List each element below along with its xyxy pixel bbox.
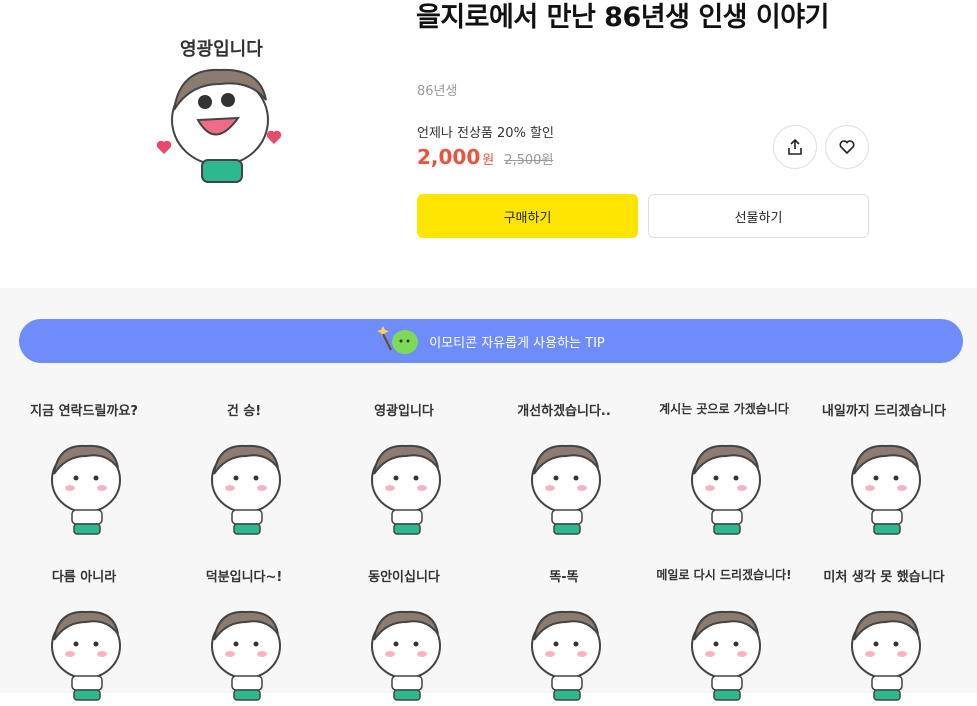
emoticon-caption: 메일로 다시 드리겠습니다! [656,568,792,582]
emoticon-image [851,610,921,701]
emoticon-image [371,610,441,701]
gift-button[interactable]: 선물하기 [648,194,869,238]
original-price: 2,500원 [504,153,554,168]
buy-button[interactable]: 구매하기 [417,194,638,238]
emoticon-image [51,444,121,535]
share-button[interactable] [773,125,817,169]
emoticon-cell[interactable]: 건 승! [174,400,314,540]
emoticon-image [51,610,121,701]
emoticon-caption: 동안이십니다 [368,570,440,585]
like-button[interactable] [825,125,869,169]
emoticon-cell[interactable]: 개선하겠습니다.. [494,400,634,540]
emoticon-caption: 영광입니다 [374,404,434,419]
emoticon-caption: 다름 아니라 [51,570,117,585]
emoticon-cell[interactable]: 메일로 다시 드리겠습니다! [654,566,794,706]
author-name[interactable]: 86년생 [417,80,457,99]
emoticon-caption: 건 승! [226,404,262,419]
emoticon-cell[interactable]: 지금 연락드릴까요? [14,400,154,540]
emoticon-caption: 덕분입니다~! [205,570,283,585]
emoticon-cell[interactable]: 똑-똑 [494,566,634,706]
emoticon-image [691,444,761,535]
emoticon-caption: 내일까지 드리겠습니다 [821,404,947,419]
tip-banner[interactable]: 이모티콘 자유롭게 사용하는 TIP [19,319,963,363]
emoticon-caption: 개선하겠습니다.. [517,404,611,419]
product-header: 영광입니다 을지로에서 만난 86년생 인생 이야기 86년생 언제나 전상품 … [0,0,977,288]
emoticon-cell[interactable]: 영광입니다 [334,400,474,540]
emoticon-image [691,610,761,701]
emoticon-gallery: 이모티콘 자유롭게 사용하는 TIP 지금 연락드릴까요? 건 승! 영광입니다 개선… [0,288,977,701]
emoticon-cell[interactable]: 다름 아니라 [14,566,154,706]
emoticon-caption: 계시는 곳으로 가겠습니다 [659,402,789,416]
emoticon-image [371,444,441,535]
wand-icon [377,326,419,354]
product-title: 을지로에서 만난 86년생 인생 이야기 [416,2,829,33]
emoticon-caption: 미처 생각 못 했습니다 [823,570,945,585]
price-unit: 원 [482,153,495,168]
emoticon-image [531,610,601,701]
price-row: 2,000 원 2,500원 [417,145,553,169]
emoticon-cell[interactable]: 덕분입니다~! [174,566,314,706]
tip-banner-label: 이모티콘 자유롭게 사용하는 TIP [429,335,605,351]
emoticon-image [531,444,601,535]
emoticon-image [851,444,921,535]
promo-text: 언제나 전상품 20% 할인 [417,126,554,141]
hero-caption: 영광입니다 [180,38,263,60]
share-icon [788,138,802,155]
emoticon-cell[interactable]: 계시는 곳으로 가겠습니다 [654,400,794,540]
emoticon-image [211,444,281,535]
emoticon-cell[interactable]: 동안이십니다 [334,566,474,706]
emoticon-image [211,610,281,701]
hero-emoticon-image: 영광입니다 [156,38,282,183]
heart-icon [839,140,855,155]
emoticon-cell[interactable]: 내일까지 드리겠습니다 [814,400,954,540]
emoticon-caption: 지금 연락드릴까요? [30,404,138,419]
sale-price: 2,000 [417,145,481,169]
emoticon-caption: 똑-똑 [549,570,579,585]
emoticon-cell[interactable]: 미처 생각 못 했습니다 [814,566,954,706]
